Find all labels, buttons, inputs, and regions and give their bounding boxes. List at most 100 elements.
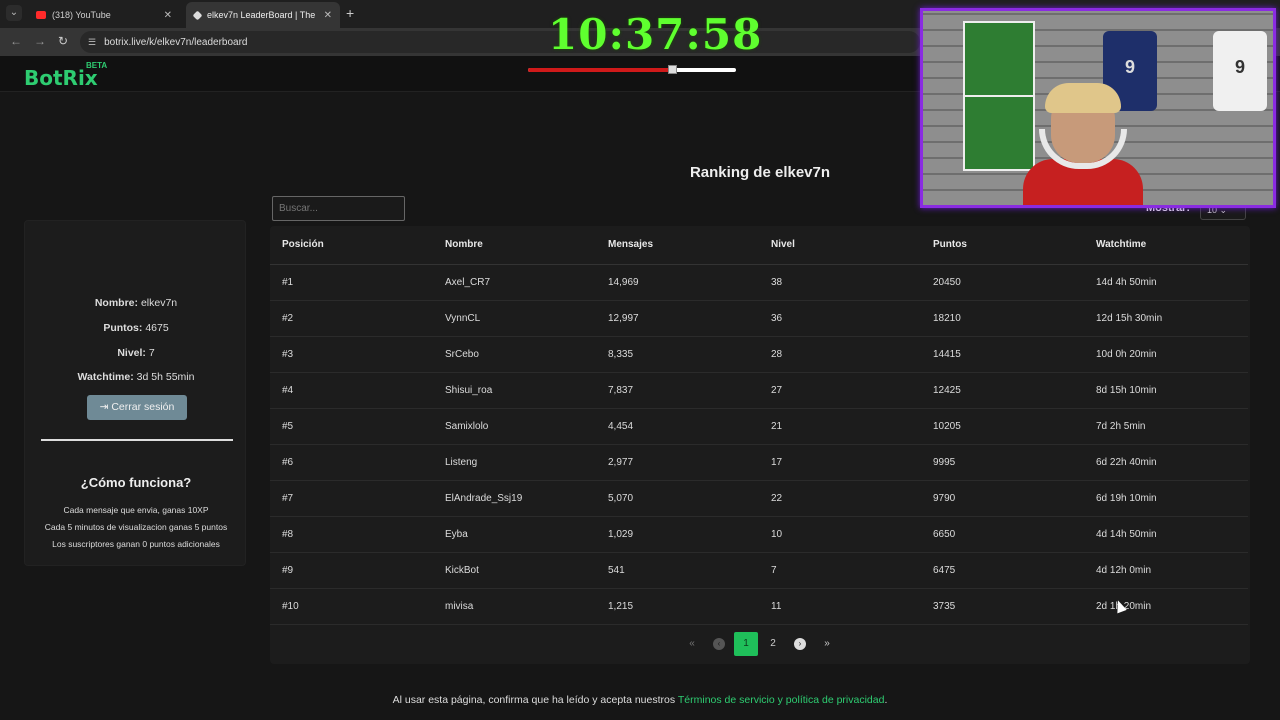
first-page-button[interactable]: « (680, 632, 704, 656)
cell-watchtime: 8d 15h 10min (1084, 372, 1248, 409)
logout-button[interactable]: ⇥ Cerrar sesión (87, 395, 187, 420)
cell-name: ElAndrade_Ssj19 (433, 480, 596, 517)
col-header-name[interactable]: Nombre (433, 226, 596, 265)
terms-link[interactable]: Términos de servicio y política de priva… (678, 694, 885, 706)
col-header-points[interactable]: Puntos (921, 226, 1084, 265)
progress-knob (667, 65, 677, 74)
tab-title: (318) YouTube (52, 10, 111, 20)
cell-messages: 7,837 (596, 372, 759, 409)
cell-level: 36 (759, 300, 921, 337)
watchtime-value: 3d 5h 55min (136, 371, 195, 383)
cell-watchtime: 14d 4h 50min (1084, 264, 1248, 301)
cell-level: 7 (759, 552, 921, 589)
chevron-right-icon: › (794, 638, 806, 650)
cell-messages: 1,215 (596, 588, 759, 625)
botrix-favicon-icon (192, 10, 203, 20)
table-header-row: Posición Nombre Mensajes Nivel Puntos Wa… (270, 226, 1248, 265)
last-page-button[interactable]: » (815, 632, 839, 656)
tab-title: elkev7n LeaderBoard | The best (207, 10, 318, 20)
back-icon[interactable]: ← (10, 34, 22, 48)
close-tab-icon[interactable]: ✕ (324, 10, 332, 21)
footer: Al usar esta página, confirma que ha leí… (0, 694, 1280, 706)
cell-name: mivisa (433, 588, 596, 625)
cell-watchtime: 2d 1h 20min (1084, 588, 1248, 625)
cell-points: 6475 (921, 552, 1084, 589)
cell-level: 21 (759, 408, 921, 445)
name-value: elkev7n (140, 297, 178, 309)
cell-points: 12425 (921, 372, 1084, 409)
search-input[interactable] (272, 196, 405, 221)
table-row: #9 KickBot 541 7 6475 4d 12h 0min (270, 552, 1248, 589)
profile-watchtime: Watchtime: 3d 5h 55min (25, 371, 247, 383)
tab-search-icon[interactable]: ⌄ (6, 5, 22, 21)
cell-level: 17 (759, 444, 921, 481)
cell-level: 38 (759, 264, 921, 301)
watchtime-label: Watchtime: (77, 371, 134, 383)
cell-level: 11 (759, 588, 921, 625)
url-field[interactable]: ☰ botrix.live/k/elkev7n/leaderboard (80, 31, 920, 53)
rule-item: Los suscriptores ganan 0 puntos adiciona… (52, 539, 220, 549)
streamer-hair (1045, 83, 1121, 113)
cell-name: Axel_CR7 (433, 264, 596, 301)
level-value: 7 (148, 347, 155, 359)
stream-progress-bar (528, 65, 736, 74)
table-row: #3 SrCebo 8,335 28 14415 10d 0h 20min (270, 336, 1248, 373)
table-row: #8 Eyba 1,029 10 6650 4d 14h 50min (270, 516, 1248, 553)
prev-page-button[interactable]: ‹ (707, 632, 731, 656)
cell-points: 10205 (921, 408, 1084, 445)
stream-clock: 10:37:58 (548, 10, 763, 59)
reload-icon[interactable]: ↻ (58, 34, 68, 48)
divider (41, 439, 233, 441)
cell-messages: 541 (596, 552, 759, 589)
cell-position: #10 (270, 588, 433, 625)
cell-name: KickBot (433, 552, 596, 589)
progress-fill (528, 68, 672, 72)
tab-youtube[interactable]: (318) YouTube ✕ (28, 2, 180, 28)
cell-name: SrCebo (433, 336, 596, 373)
cell-watchtime: 4d 12h 0min (1084, 552, 1248, 589)
cell-name: Eyba (433, 516, 596, 553)
site-info-icon[interactable]: ☰ (88, 37, 96, 48)
cell-messages: 4,454 (596, 408, 759, 445)
cell-watchtime: 12d 15h 30min (1084, 300, 1248, 337)
col-header-position[interactable]: Posición (270, 226, 433, 265)
cell-watchtime: 4d 14h 50min (1084, 516, 1248, 553)
new-tab-icon[interactable]: + (346, 5, 354, 21)
beta-badge: BETA (86, 61, 108, 70)
cell-name: Listeng (433, 444, 596, 481)
close-tab-icon[interactable]: ✕ (164, 10, 172, 21)
page-button-2[interactable]: 2 (761, 632, 785, 656)
rule-item: Cada 5 minutos de visualizacion ganas 5 … (44, 522, 228, 532)
cell-points: 9995 (921, 444, 1084, 481)
table-row: #5 Samixlolo 4,454 21 10205 7d 2h 5min (270, 408, 1248, 445)
col-header-watchtime[interactable]: Watchtime (1084, 226, 1248, 265)
cell-position: #9 (270, 552, 433, 589)
footer-text: Al usar esta página, confirma que ha leí… (392, 694, 676, 706)
leaderboard-table: Posición Nombre Mensajes Nivel Puntos Wa… (270, 226, 1250, 664)
profile-name: Nombre: elkev7n (25, 297, 247, 309)
cell-points: 14415 (921, 336, 1084, 373)
col-header-level[interactable]: Nivel (759, 226, 921, 265)
table-row: #1 Axel_CR7 14,969 38 20450 14d 4h 50min (270, 264, 1248, 301)
cell-points: 3735 (921, 588, 1084, 625)
logout-label: Cerrar sesión (111, 401, 175, 413)
cell-points: 9790 (921, 480, 1084, 517)
url-text: botrix.live/k/elkev7n/leaderboard (104, 36, 248, 48)
how-it-works-title: ¿Cómo funciona? (80, 475, 192, 490)
cell-position: #4 (270, 372, 433, 409)
tab-leaderboard[interactable]: elkev7n LeaderBoard | The best ✕ (186, 2, 340, 28)
cell-points: 18210 (921, 300, 1084, 337)
points-value: 4675 (145, 322, 169, 334)
col-header-messages[interactable]: Mensajes (596, 226, 759, 265)
next-page-button[interactable]: › (788, 632, 812, 656)
cell-messages: 12,997 (596, 300, 759, 337)
cell-watchtime: 6d 19h 10min (1084, 480, 1248, 517)
logout-icon: ⇥ (99, 401, 109, 413)
cell-name: Samixlolo (433, 408, 596, 445)
table-row: #2 VynnCL 12,997 36 18210 12d 15h 30min (270, 300, 1248, 337)
forward-icon[interactable]: → (34, 34, 46, 48)
cell-messages: 14,969 (596, 264, 759, 301)
cell-level: 28 (759, 336, 921, 373)
page-button-1[interactable]: 1 (734, 632, 758, 656)
cell-position: #3 (270, 336, 433, 373)
